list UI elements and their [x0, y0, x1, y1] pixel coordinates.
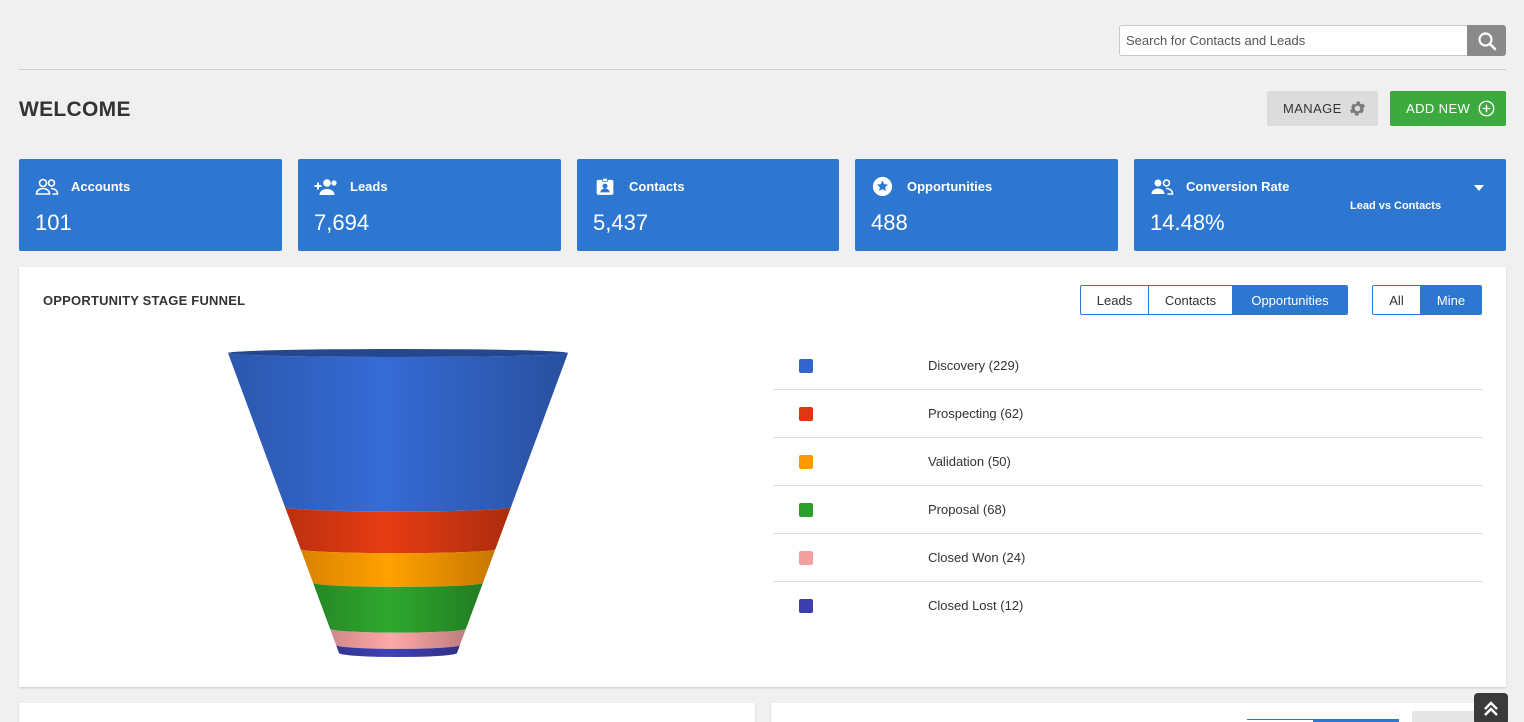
add-new-button[interactable]: ADD NEW [1390, 91, 1506, 126]
legend-item[interactable]: Validation (50) [774, 438, 1482, 486]
search-input[interactable] [1119, 25, 1467, 56]
add-new-label: ADD NEW [1406, 101, 1471, 116]
leads-value: 7,694 [314, 210, 370, 235]
tab-all[interactable]: All [1373, 286, 1421, 314]
users-icon [1151, 179, 1174, 195]
conversion-rate-value: 14.48% [1150, 210, 1225, 235]
type-tab-group: Leads Contacts Opportunities [1080, 285, 1348, 315]
conversion-rate-card[interactable]: Conversion Rate 14.48% Lead vs Contacts [1134, 159, 1506, 251]
accounts-card[interactable]: Accounts 101 [19, 159, 282, 251]
legend-item[interactable]: Closed Lost (12) [774, 582, 1482, 630]
manage-label: MANAGE [1283, 101, 1342, 116]
contacts-label: Contacts [629, 179, 685, 194]
legend-swatch [799, 407, 813, 421]
legend-item[interactable]: Discovery (229) [774, 342, 1482, 390]
opportunities-value: 488 [871, 210, 908, 235]
legend-swatch [799, 503, 813, 517]
funnel-top-rim [228, 349, 568, 357]
users-icon [35, 178, 59, 195]
legend-label: Prospecting (62) [928, 406, 1024, 421]
search-icon [1477, 31, 1496, 50]
tab-mine[interactable]: Mine [1421, 286, 1481, 314]
contacts-card[interactable]: Contacts 5,437 [577, 159, 839, 251]
opportunities-label: Opportunities [907, 179, 993, 194]
scroll-to-top-button[interactable] [1474, 693, 1508, 722]
leads-label: Leads [350, 179, 388, 194]
contacts-value: 5,437 [593, 210, 649, 235]
legend-label: Discovery (229) [928, 358, 1020, 373]
chevron-down-icon[interactable] [1474, 185, 1484, 191]
legend-item[interactable]: Prospecting (62) [774, 390, 1482, 438]
legend-swatch [799, 359, 813, 373]
legend-item[interactable]: Proposal (68) [774, 486, 1482, 534]
tab-contacts[interactable]: Contacts [1149, 286, 1233, 314]
manage-button[interactable]: MANAGE [1267, 91, 1378, 126]
user-plus-icon [314, 179, 337, 195]
funnel-segment-prospecting[interactable] [285, 507, 511, 554]
legend-label: Proposal (68) [928, 502, 1007, 517]
legend-label: Closed Won (24) [928, 550, 1026, 565]
funnel-segment-discovery[interactable] [228, 353, 568, 512]
bottom-control[interactable] [1412, 711, 1482, 722]
search-button[interactable] [1467, 25, 1506, 56]
opportunity-funnel-panel: OPPORTUNITY STAGE FUNNEL Leads Contacts … [19, 267, 1506, 687]
double-chevron-up-icon [1484, 701, 1498, 716]
funnel-legend: Discovery (229) Prospecting (62) Validatio… [774, 342, 1482, 630]
plus-circle-icon [1478, 100, 1495, 117]
bottom-right-panel [771, 703, 1506, 722]
conversion-rate-subtitle: Lead vs Contacts [1350, 200, 1442, 212]
header-divider [19, 69, 1506, 70]
funnel-segment-proposal[interactable] [313, 582, 483, 633]
legend-swatch [799, 599, 813, 613]
panel-title: OPPORTUNITY STAGE FUNNEL [43, 293, 246, 308]
funnel-chart [228, 349, 568, 657]
accounts-value: 101 [35, 210, 72, 235]
accounts-label: Accounts [71, 179, 131, 194]
funnel-segment-validation[interactable] [300, 549, 496, 587]
tab-leads[interactable]: Leads [1081, 286, 1149, 314]
tab-opportunities[interactable]: Opportunities [1233, 286, 1347, 314]
contact-badge-icon [596, 177, 614, 195]
opportunities-card[interactable]: Opportunities 488 [855, 159, 1118, 251]
star-circle-icon [872, 176, 893, 197]
bottom-left-panel [19, 703, 755, 722]
page-title: WELCOME [19, 98, 131, 121]
legend-item[interactable]: Closed Won (24) [774, 534, 1482, 582]
leads-card[interactable]: Leads 7,694 [298, 159, 561, 251]
gear-icon [1349, 101, 1366, 116]
legend-label: Validation (50) [928, 454, 1011, 469]
legend-label: Closed Lost (12) [928, 598, 1024, 613]
search-bar [1119, 25, 1506, 56]
dashboard-page: WELCOME MANAGE ADD NEW Accounts 101 [0, 0, 1524, 722]
owner-tab-group: All Mine [1372, 285, 1482, 315]
legend-swatch [799, 551, 813, 565]
conversion-rate-label: Conversion Rate [1186, 179, 1290, 194]
legend-swatch [799, 455, 813, 469]
